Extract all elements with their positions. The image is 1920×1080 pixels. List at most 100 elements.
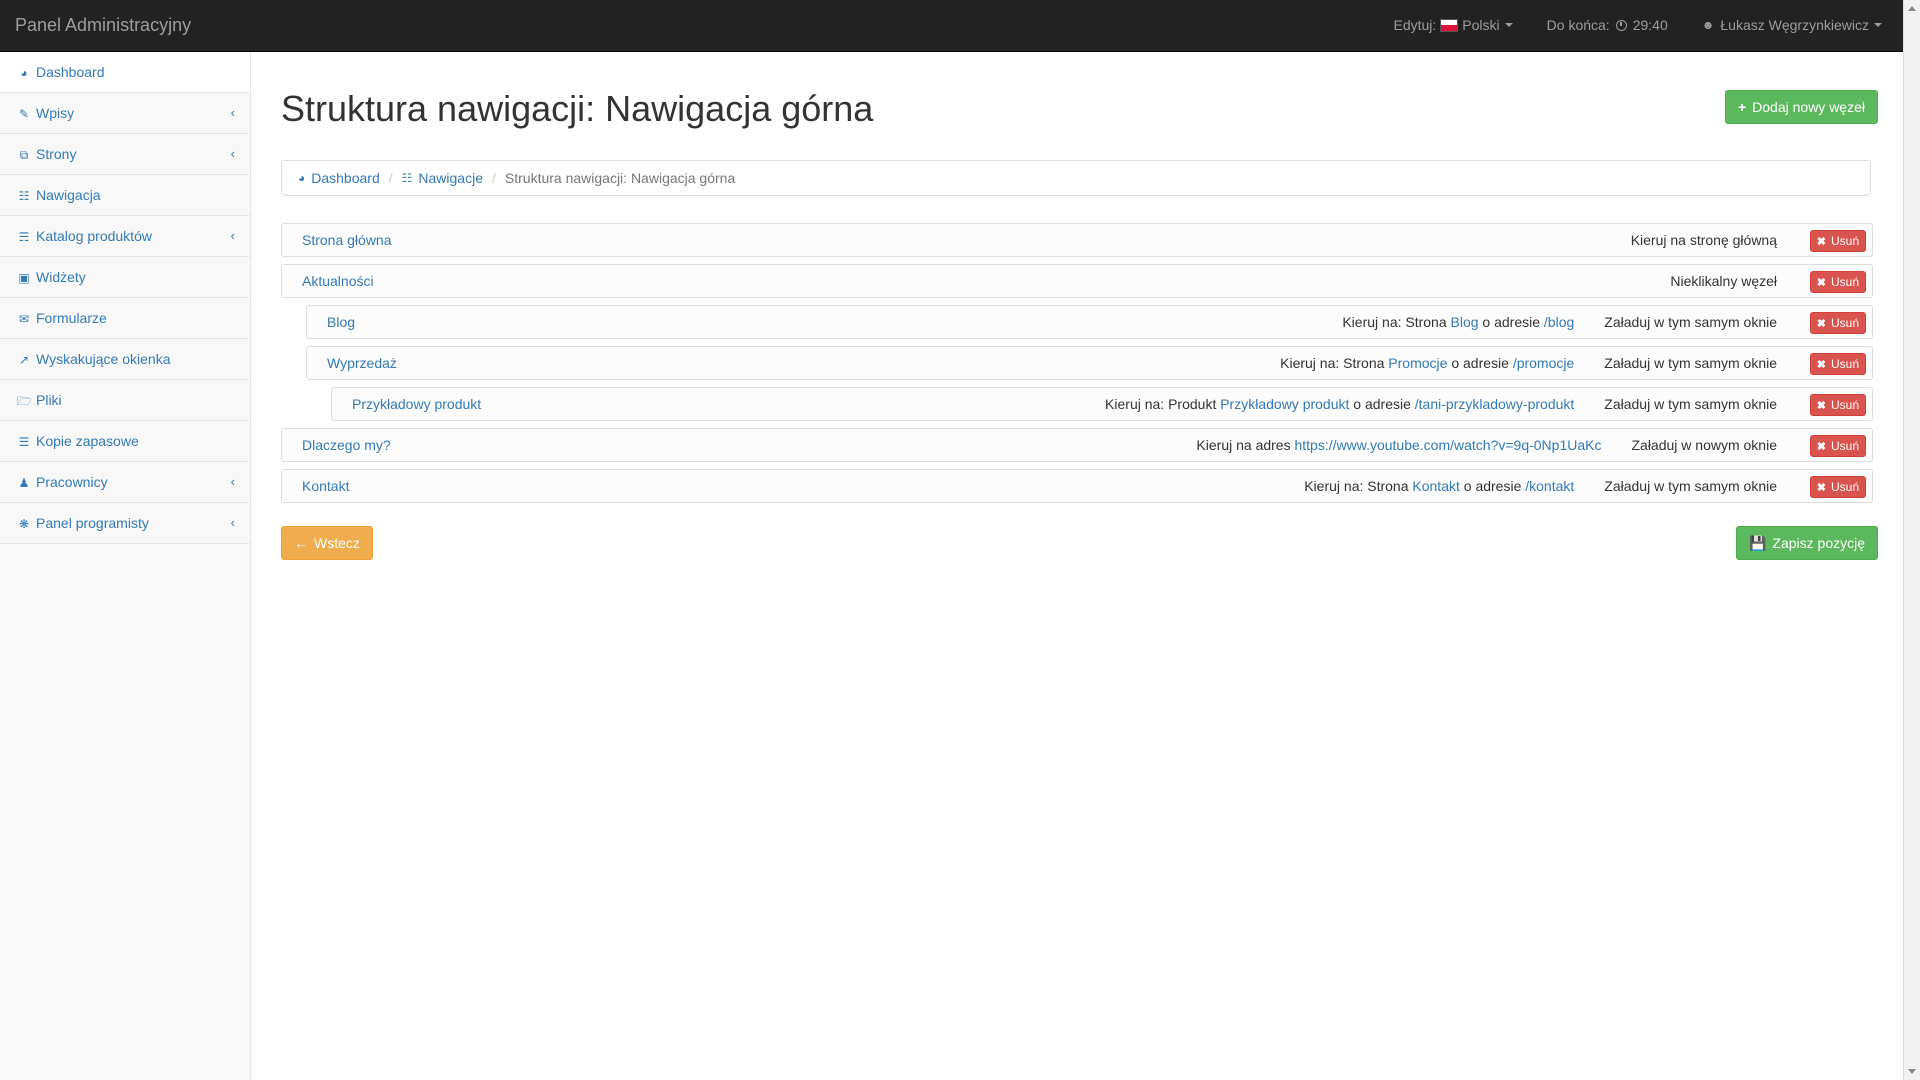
target-path-link[interactable]: /blog	[1544, 314, 1574, 330]
tree-node[interactable]: Strona główna Kieruj na stronę główną ✖ U…	[281, 223, 1873, 257]
sidebar-item-pracownicy[interactable]: ♟ Pracownicy ‹	[0, 462, 250, 503]
database-icon: ☰	[18, 435, 30, 449]
sidebar-item-dashboard[interactable]: ◕ Dashboard	[0, 52, 250, 93]
tree-node[interactable]: Przykładowy produkt Kieruj na: Produkt P…	[331, 387, 1873, 421]
sidebar-item-formularze[interactable]: ✉ Formularze	[0, 298, 250, 339]
floppy-disk-icon: 💾	[1748, 534, 1767, 551]
open-mode: Załaduj w tym samym oknie	[1604, 314, 1777, 330]
user-icon: ☻	[1701, 18, 1715, 32]
close-icon: ✖	[1816, 276, 1826, 289]
save-position-button[interactable]: 💾 Zapisz pozycję	[1735, 526, 1878, 560]
tree-node[interactable]: Aktualności Nieklikalny węzeł ✖ Usuń	[281, 264, 1873, 298]
close-icon: ✖	[1816, 399, 1826, 412]
target-page-link[interactable]: Promocje	[1388, 355, 1447, 371]
poland-flag-icon	[1440, 18, 1459, 32]
delete-button[interactable]: ✖ Usuń	[1809, 312, 1866, 334]
sitemap-icon: ☷	[18, 189, 30, 203]
node-title[interactable]: Wyprzedaż	[327, 355, 397, 371]
node-title[interactable]: Blog	[327, 314, 355, 330]
node-target: Kieruj na stronę główną	[1630, 232, 1777, 248]
tree-node[interactable]: Dlaczego my? Kieruj na adres https://www…	[281, 428, 1873, 462]
sidebar-item-dev-panel[interactable]: ❋ Panel programisty ‹	[0, 503, 250, 544]
delete-button[interactable]: ✖ Usuń	[1809, 353, 1866, 375]
dashboard-icon: ◕	[298, 171, 306, 185]
open-mode: Załaduj w tym samym oknie	[1604, 355, 1777, 371]
open-mode: Załaduj w tym samym oknie	[1604, 478, 1777, 494]
delete-button[interactable]: ✖ Usuń	[1809, 476, 1866, 498]
time-label: Do końca:	[1546, 17, 1610, 33]
delete-button[interactable]: ✖ Usuń	[1809, 271, 1866, 293]
chevron-left-icon: ‹	[230, 474, 235, 489]
edit-icon: ✎	[18, 107, 30, 121]
main-content: Struktura nawigacji: Nawigacja górna + D…	[251, 52, 1904, 1080]
sidebar-item-pliki[interactable]: 🗁 Pliki	[0, 380, 250, 421]
external-link-icon: ↗	[18, 353, 30, 367]
tree-node[interactable]: Blog Kieruj na: Strona Blog o adresie /b…	[306, 305, 1873, 339]
close-icon: ✖	[1816, 358, 1826, 371]
target-page-link[interactable]: Kontakt	[1412, 478, 1459, 494]
breadcrumb-navigations[interactable]: ☷ Nawigacje	[402, 170, 483, 186]
close-icon: ✖	[1816, 440, 1826, 453]
language-dropdown[interactable]: Edytuj: Polski	[1393, 17, 1513, 33]
breadcrumb-separator: /	[388, 170, 393, 186]
node-target: Kieruj na: Strona Promocje o adresie /pr…	[1280, 355, 1777, 371]
node-title[interactable]: Dlaczego my?	[302, 437, 391, 453]
sidebar-item-widzety[interactable]: ▣ Widżety	[0, 257, 250, 298]
node-title[interactable]: Strona główna	[302, 232, 392, 248]
target-path-link[interactable]: /kontakt	[1525, 478, 1574, 494]
caret-down-icon	[1504, 23, 1513, 27]
node-title[interactable]: Kontakt	[302, 478, 349, 494]
scroll-up-icon[interactable]	[1908, 6, 1916, 11]
time-value: 29:40	[1632, 17, 1668, 33]
edit-label: Edytuj:	[1393, 17, 1437, 33]
close-icon: ✖	[1816, 317, 1826, 330]
cube-icon: ▣	[18, 271, 30, 285]
delete-button[interactable]: ✖ Usuń	[1809, 230, 1866, 252]
scroll-down-icon[interactable]	[1908, 1069, 1916, 1074]
node-title[interactable]: Aktualności	[302, 273, 374, 289]
sidebar-item-popups[interactable]: ↗ Wyskakujące okienka	[0, 339, 250, 380]
user-name: Łukasz Węgrzynkiewicz	[1720, 17, 1869, 33]
session-timer: Do końca: 29:40	[1547, 17, 1668, 33]
target-product-link[interactable]: Przykładowy produkt	[1220, 396, 1349, 412]
folder-icon: 🗁	[17, 394, 32, 408]
sidebar-item-strony[interactable]: ⧉ Strony ‹	[0, 134, 250, 175]
close-icon: ✖	[1816, 481, 1826, 494]
page-title: Struktura nawigacji: Nawigacja górna	[281, 88, 874, 129]
tree-node[interactable]: Wyprzedaż Kieruj na: Strona Promocje o a…	[306, 346, 1873, 380]
add-node-button[interactable]: + Dodaj nowy węzeł	[1724, 90, 1878, 124]
bug-icon: ❋	[18, 517, 30, 531]
chevron-left-icon: ‹	[230, 105, 235, 120]
sidebar-item-nawigacja[interactable]: ☷ Nawigacja	[0, 175, 250, 216]
open-mode: Załaduj w tym samym oknie	[1604, 396, 1777, 412]
target-page-link[interactable]: Blog	[1451, 314, 1479, 330]
basket-icon: ☴	[18, 230, 30, 244]
delete-button[interactable]: ✖ Usuń	[1809, 394, 1866, 416]
node-title[interactable]: Przykładowy produkt	[352, 396, 481, 412]
breadcrumb-dashboard[interactable]: ◕ Dashboard	[298, 170, 380, 186]
navbar-right: Edytuj: Polski Do końca: 29:40 ☻ Łukasz …	[1359, 17, 1882, 33]
breadcrumb-current: Struktura nawigacji: Nawigacja górna	[504, 170, 736, 186]
breadcrumb: ◕ Dashboard / ☷ Nawigacje / Struktura nawi…	[281, 160, 1871, 196]
delete-button[interactable]: ✖ Usuń	[1809, 435, 1866, 457]
back-button[interactable]: ← Wstecz	[281, 526, 373, 560]
user-dropdown[interactable]: ☻ Łukasz Węgrzynkiewicz	[1702, 17, 1882, 33]
clock-icon	[1615, 19, 1627, 31]
envelope-icon: ✉	[18, 312, 30, 326]
sitemap-icon: ☷	[401, 171, 413, 185]
node-target: Nieklikalny węzeł	[1670, 273, 1777, 289]
brand-title[interactable]: Panel Administracyjny	[15, 15, 191, 36]
users-icon: ♟	[18, 476, 30, 490]
breadcrumb-separator: /	[492, 170, 496, 186]
close-icon: ✖	[1816, 235, 1826, 248]
chevron-left-icon: ‹	[230, 228, 235, 243]
target-url-link[interactable]: https://www.youtube.com/watch?v=9q-0Np1U…	[1294, 437, 1601, 453]
tree-node[interactable]: Kontakt Kieruj na: Strona Kontakt o adre…	[281, 469, 1873, 503]
target-path-link[interactable]: /promocje	[1513, 355, 1574, 371]
sidebar-item-backups[interactable]: ☰ Kopie zapasowe	[0, 421, 250, 462]
node-target: Kieruj na adres https://www.youtube.com/…	[1196, 437, 1777, 453]
target-path-link[interactable]: /tani-przykladowy-produkt	[1415, 396, 1575, 412]
sidebar-item-katalog[interactable]: ☴ Katalog produktów ‹	[0, 216, 250, 257]
page-scrollbar[interactable]	[1903, 0, 1920, 1080]
sidebar-item-wpisy[interactable]: ✎ Wpisy ‹	[0, 93, 250, 134]
